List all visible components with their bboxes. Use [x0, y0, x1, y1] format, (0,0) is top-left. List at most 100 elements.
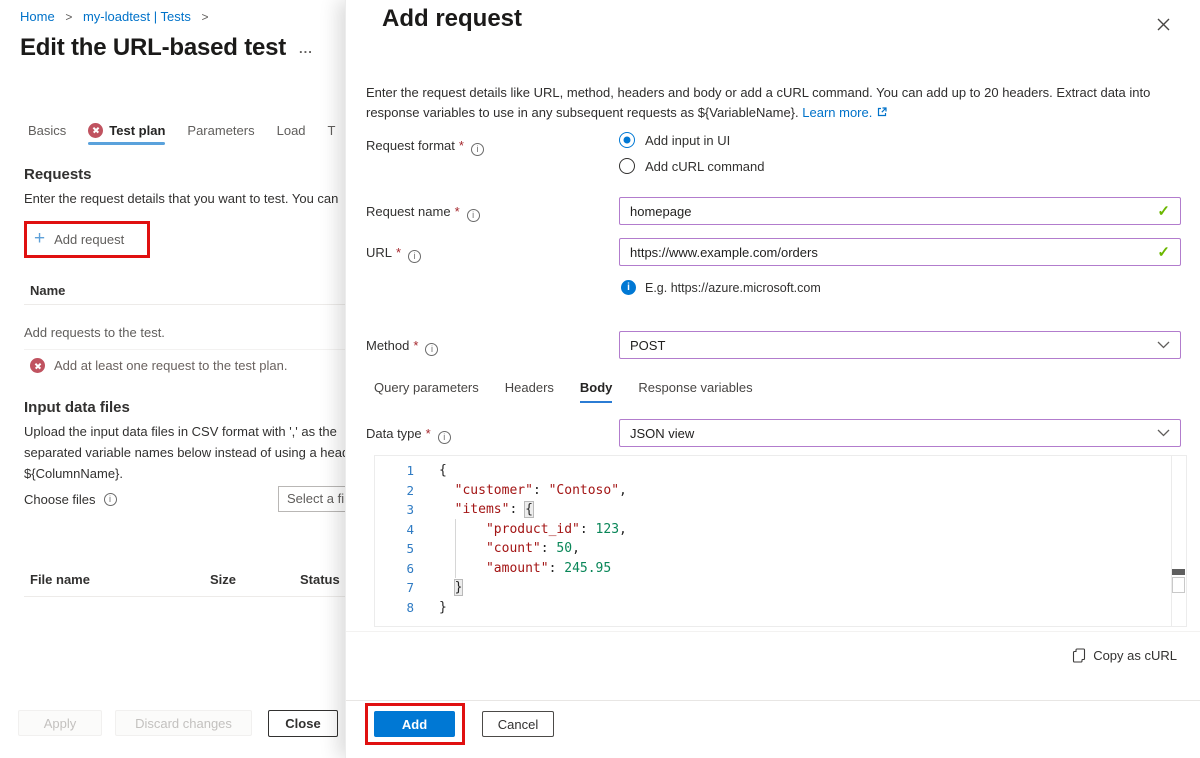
- input-files-description-line: ${ColumnName}.: [24, 463, 345, 484]
- breadcrumb-tests-link[interactable]: my-loadtest | Tests: [83, 9, 191, 24]
- json-token: }: [439, 600, 447, 615]
- info-icon[interactable]: i: [104, 493, 117, 506]
- add-request-button[interactable]: + Add request: [34, 231, 124, 247]
- more-options-button[interactable]: ...: [299, 41, 313, 56]
- editor-scrollbar-decoration: [1172, 577, 1185, 593]
- json-number: 50: [556, 541, 572, 556]
- page-title: Edit the URL-based test: [20, 34, 286, 62]
- requests-heading: Requests: [24, 166, 92, 183]
- radio-add-curl-command[interactable]: Add cURL command: [619, 158, 764, 174]
- line-number: 5: [375, 541, 414, 556]
- line-number: 2: [375, 483, 414, 498]
- breadcrumb-home-link[interactable]: Home: [20, 9, 55, 24]
- tab-label: Basics: [28, 123, 66, 138]
- info-filled-icon: i: [621, 280, 636, 295]
- discard-changes-button[interactable]: Discard changes: [115, 710, 252, 736]
- file-picker-input[interactable]: Select a fil: [278, 486, 345, 512]
- radio-label: Add cURL command: [645, 159, 764, 174]
- add-request-panel: Add request Enter the request details li…: [345, 0, 1200, 758]
- line-number: 4: [375, 522, 414, 537]
- add-request-label: Add request: [54, 232, 124, 247]
- info-icon[interactable]: i: [438, 431, 451, 444]
- json-token: [439, 580, 455, 595]
- request-detail-tabs: Query parameters Headers Body Response v…: [374, 380, 753, 395]
- tab-parameters[interactable]: Parameters: [187, 123, 254, 138]
- url-input[interactable]: https://www.example.com/orders ✓: [619, 238, 1181, 266]
- json-string: "Contoso": [549, 483, 619, 498]
- info-icon[interactable]: i: [471, 143, 484, 156]
- external-link-icon: [876, 106, 888, 118]
- requests-empty-message: Add requests to the test.: [24, 325, 165, 340]
- data-type-select[interactable]: JSON view: [619, 419, 1181, 447]
- json-token: {: [439, 463, 447, 478]
- tab-label: Test plan: [109, 123, 165, 138]
- url-label: URL*i: [366, 245, 421, 263]
- tab-truncated[interactable]: T: [328, 123, 336, 138]
- choose-files-row: Choose files i: [24, 492, 117, 507]
- panel-description-line: response variables to use in any subsequ…: [366, 103, 1176, 123]
- divider: [346, 631, 1200, 632]
- copy-icon: [1072, 648, 1086, 663]
- add-button[interactable]: Add: [374, 711, 455, 737]
- tab-load[interactable]: Load: [277, 123, 306, 138]
- code-line: 8 }: [375, 598, 1186, 618]
- code-line: 7 }: [375, 578, 1186, 598]
- tab-basics[interactable]: Basics: [28, 123, 66, 138]
- url-hint: i E.g. https://azure.microsoft.com: [621, 280, 821, 295]
- breadcrumb: Home > my-loadtest | Tests >: [20, 9, 216, 24]
- close-button[interactable]: Close: [268, 710, 338, 737]
- apply-button[interactable]: Apply: [18, 710, 102, 736]
- json-body-editor[interactable]: 1 { 2 "customer": "Contoso", 3 "items": …: [374, 455, 1187, 627]
- file-table-header-status: Status: [300, 572, 340, 587]
- json-token: :: [580, 522, 596, 537]
- tab-response-variables[interactable]: Response variables: [638, 380, 752, 395]
- input-files-description-line: Upload the input data files in CSV forma…: [24, 421, 345, 442]
- choose-files-label: Choose files: [24, 492, 96, 507]
- json-bracket: }: [455, 580, 463, 595]
- code-line: 6 "amount": 245.95: [375, 559, 1186, 579]
- cancel-button[interactable]: Cancel: [482, 711, 554, 737]
- requests-name-header: Name: [30, 283, 65, 298]
- panel-description-line: Enter the request details like URL, meth…: [366, 83, 1176, 103]
- radio-unselected-icon: [619, 158, 635, 174]
- label-text: Request name: [366, 204, 451, 219]
- chevron-down-icon: [1157, 429, 1170, 437]
- copy-as-curl-button[interactable]: Copy as cURL: [1072, 648, 1177, 663]
- json-token: [439, 522, 486, 537]
- tab-headers[interactable]: Headers: [505, 380, 554, 395]
- editor-scrollbar-thumb[interactable]: [1172, 569, 1185, 575]
- radio-add-input-in-ui[interactable]: Add input in UI: [619, 132, 730, 148]
- editor-scrollbar-track: [1171, 456, 1172, 626]
- request-name-label: Request name*i: [366, 204, 480, 222]
- panel-title: Add request: [382, 5, 522, 33]
- tab-test-plan[interactable]: Test plan: [88, 123, 165, 138]
- breadcrumb-separator: >: [65, 10, 72, 24]
- method-select[interactable]: POST: [619, 331, 1181, 359]
- json-token: [439, 561, 486, 576]
- indent-guide: [455, 519, 456, 578]
- json-token: [439, 541, 486, 556]
- tab-query-parameters[interactable]: Query parameters: [374, 380, 479, 395]
- panel-close-icon[interactable]: [1152, 13, 1174, 35]
- data-type-label: Data type*i: [366, 426, 451, 444]
- json-token: :: [541, 541, 557, 556]
- line-number: 1: [375, 463, 414, 478]
- info-icon[interactable]: i: [425, 343, 438, 356]
- tab-body[interactable]: Body: [580, 380, 613, 395]
- request-name-input[interactable]: homepage ✓: [619, 197, 1181, 225]
- line-number: 7: [375, 580, 414, 595]
- json-token: ,: [572, 541, 580, 556]
- learn-more-link[interactable]: Learn more.: [802, 105, 872, 120]
- code-line: 5 "count": 50,: [375, 539, 1186, 559]
- requests-description: Enter the request details that you want …: [24, 191, 338, 206]
- plus-icon: +: [34, 231, 45, 247]
- json-token: [439, 483, 455, 498]
- info-icon[interactable]: i: [467, 209, 480, 222]
- input-value: https://www.example.com/orders: [630, 245, 818, 260]
- tab-label: Parameters: [187, 123, 254, 138]
- divider: [346, 700, 1200, 701]
- label-text: Data type: [366, 426, 422, 441]
- info-icon[interactable]: i: [408, 250, 421, 263]
- method-label: Method*i: [366, 338, 438, 356]
- panel-description: Enter the request details like URL, meth…: [366, 83, 1176, 123]
